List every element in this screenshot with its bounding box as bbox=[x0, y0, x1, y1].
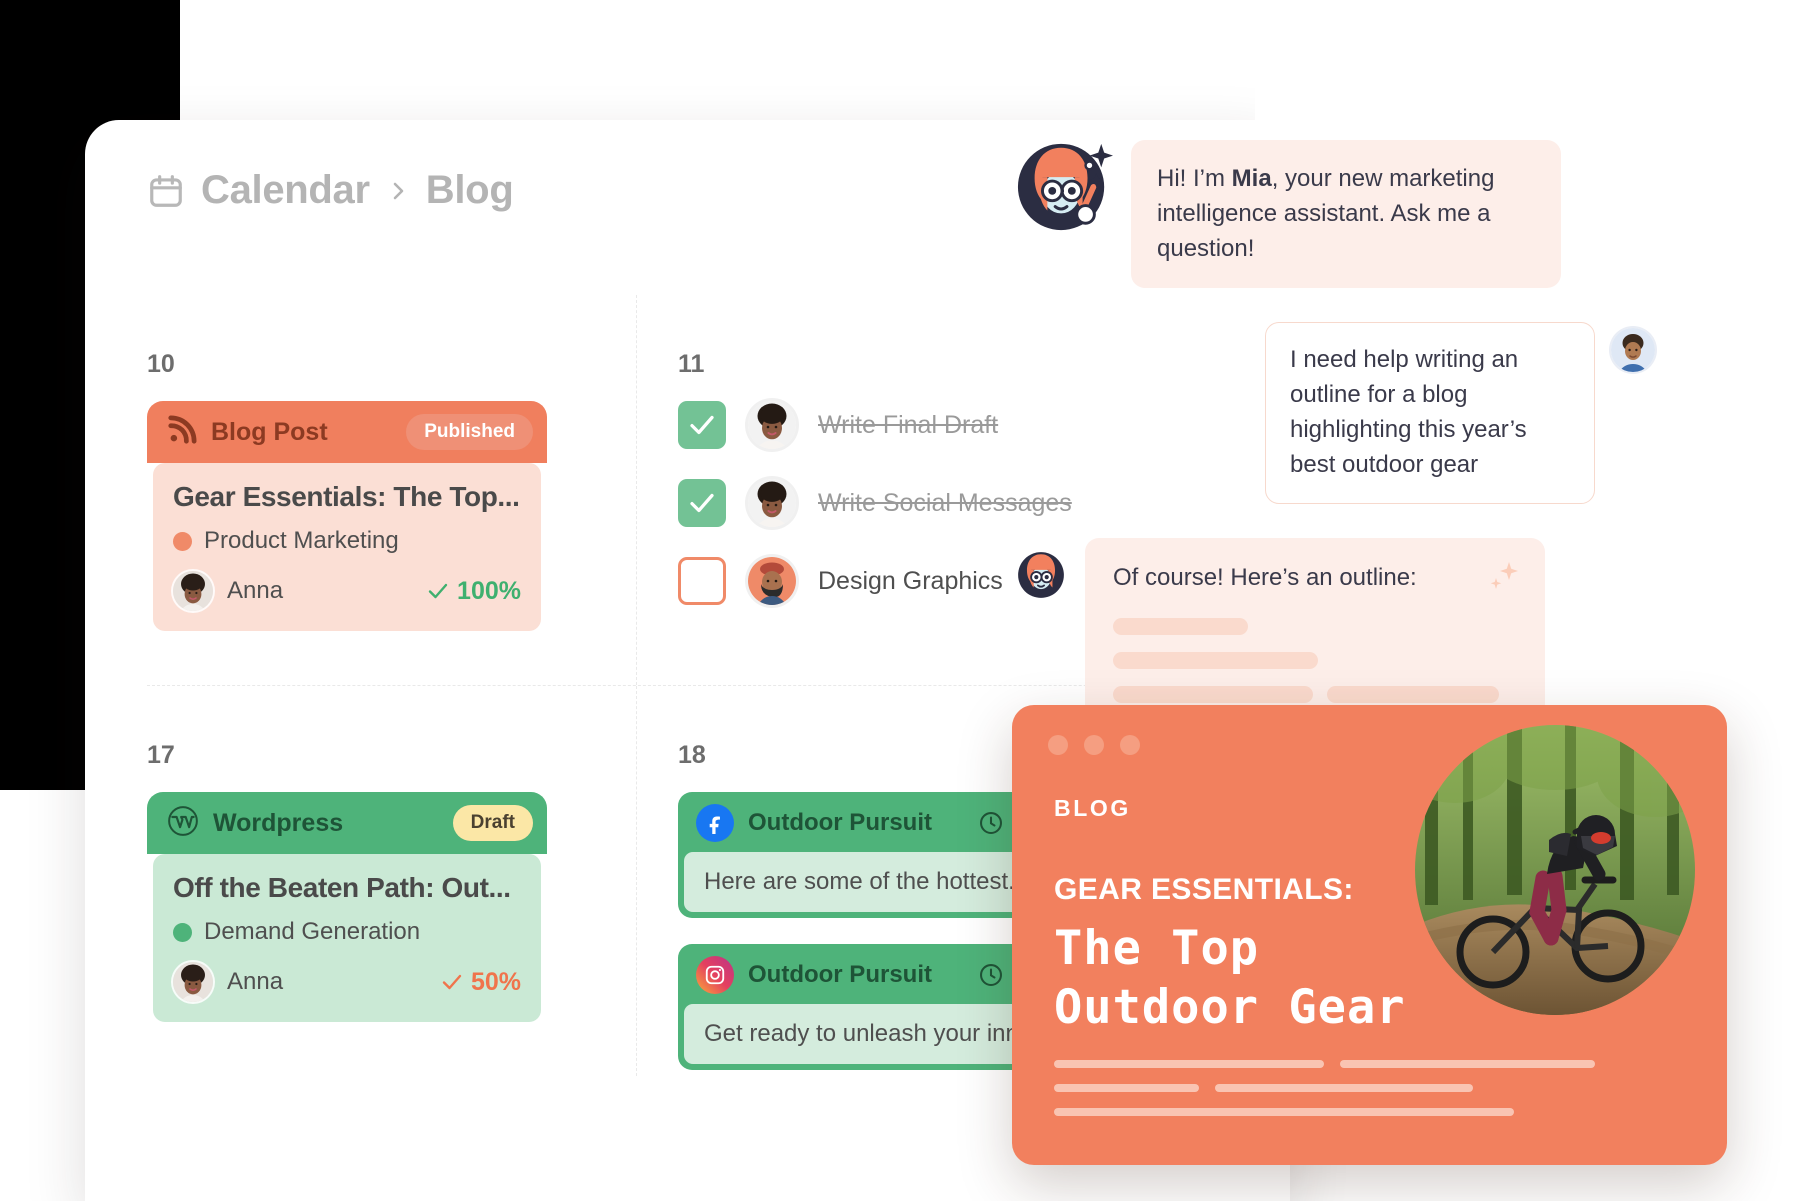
social-account-name: Outdoor Pursuit bbox=[748, 961, 932, 988]
check-icon bbox=[690, 493, 714, 513]
skeleton-bar bbox=[1113, 617, 1248, 635]
window-dot bbox=[1084, 735, 1104, 755]
chat-bubble-user: I need help writing an outline for a blo… bbox=[1265, 322, 1595, 504]
blog-kicker: BLOG bbox=[1054, 795, 1131, 821]
category-dot bbox=[173, 531, 192, 551]
chat-text-prefix: Hi! I’m bbox=[1157, 165, 1232, 192]
calendar-icon bbox=[147, 172, 185, 210]
progress-value: 50% bbox=[440, 968, 521, 997]
chat-thread: Hi! I’m Mia, your new marketing intellig… bbox=[1015, 140, 1655, 788]
window-dots bbox=[1048, 735, 1140, 755]
avatar bbox=[173, 571, 213, 611]
skeleton-bar bbox=[1340, 1060, 1595, 1068]
check-icon bbox=[428, 583, 448, 599]
checkbox-unchecked[interactable] bbox=[678, 557, 726, 605]
skeleton-row bbox=[1054, 1060, 1614, 1068]
skeleton-bar bbox=[1054, 1108, 1514, 1116]
event-owner-row: Anna 50% bbox=[173, 962, 521, 1002]
skeleton-bar bbox=[1215, 1084, 1473, 1092]
skeleton-row bbox=[1054, 1108, 1614, 1116]
owner-name: Anna bbox=[227, 577, 284, 604]
skeleton-row bbox=[1113, 617, 1517, 635]
social-account-name: Outdoor Pursuit bbox=[748, 809, 932, 836]
blog-preview-window[interactable]: BLOG GEAR ESSENTIALS: The Top Outdoor Ge… bbox=[1012, 705, 1727, 1165]
mia-avatar bbox=[1015, 136, 1113, 234]
chat-bubble-bot: Hi! I’m Mia, your new marketing intellig… bbox=[1131, 140, 1561, 289]
event-card-wordpress[interactable]: Wordpress Draft Off the Beaten Path: Out… bbox=[147, 792, 547, 1028]
avatar bbox=[748, 479, 796, 527]
checklist-label: Write Final Draft bbox=[818, 410, 999, 439]
progress-value: 100% bbox=[426, 577, 521, 606]
clock-icon bbox=[979, 812, 1002, 834]
blog-headline: The Top Outdoor Gear bbox=[1054, 920, 1494, 1038]
blog-headline-line2: Outdoor Gear bbox=[1054, 979, 1406, 1035]
sparkle-icon bbox=[1487, 558, 1521, 592]
skeleton-bar bbox=[1113, 651, 1318, 669]
calendar-cell-10[interactable]: 10 Blog Post Published Gear Essentials: … bbox=[147, 295, 636, 685]
status-badge: Published bbox=[406, 414, 533, 450]
facebook-icon bbox=[696, 804, 734, 842]
avatar bbox=[748, 557, 796, 605]
day-number: 17 bbox=[147, 741, 175, 769]
category-dot bbox=[173, 922, 192, 942]
event-card-header: Wordpress Draft bbox=[147, 792, 547, 854]
check-icon bbox=[690, 415, 714, 435]
calendar-cell-17[interactable]: 17 Wordpress Draft Off the Beaten Path: … bbox=[147, 686, 636, 1076]
checklist-label: Design Graphics bbox=[818, 566, 1003, 595]
instagram-icon bbox=[696, 956, 734, 994]
event-source-name: Wordpress bbox=[213, 808, 344, 837]
category-label: Demand Generation bbox=[204, 918, 421, 945]
chat-message-bot-intro: Hi! I’m Mia, your new marketing intellig… bbox=[1015, 140, 1655, 289]
event-owner-row: Anna 100% bbox=[173, 571, 521, 611]
chat-outline-title: Of course! Here’s an outline: bbox=[1113, 563, 1417, 591]
event-source-name: Blog Post bbox=[211, 417, 328, 446]
avatar bbox=[173, 962, 213, 1002]
event-card-header: Blog Post Published bbox=[147, 401, 547, 463]
chat-text-bold: Mia bbox=[1231, 165, 1272, 192]
chat-message-user: I need help writing an outline for a blo… bbox=[1095, 322, 1655, 504]
progress-percent: 50% bbox=[470, 967, 521, 996]
breadcrumb-current[interactable]: Blog bbox=[426, 168, 514, 213]
skeleton-bar bbox=[1054, 1060, 1324, 1068]
checkbox-checked[interactable] bbox=[678, 401, 726, 449]
user-avatar bbox=[1611, 328, 1655, 373]
mia-avatar bbox=[1015, 548, 1067, 600]
skeleton-bar bbox=[1054, 1084, 1199, 1092]
avatar bbox=[748, 401, 796, 449]
blog-body-placeholder bbox=[1054, 1060, 1614, 1132]
window-dot bbox=[1048, 735, 1068, 755]
skeleton-row bbox=[1054, 1084, 1614, 1092]
skeleton-bar bbox=[1327, 685, 1499, 703]
day-number: 10 bbox=[147, 350, 175, 378]
event-category: Product Marketing bbox=[173, 527, 521, 555]
skeleton-row bbox=[1113, 685, 1517, 703]
window-dot bbox=[1120, 735, 1140, 755]
status-badge: Draft bbox=[452, 805, 533, 841]
blog-subtitle: GEAR ESSENTIALS: bbox=[1054, 873, 1354, 906]
chevron-right-icon bbox=[386, 176, 410, 206]
clock-icon bbox=[979, 964, 1002, 986]
checkbox-checked[interactable] bbox=[678, 479, 726, 527]
event-card-blog-post[interactable]: Blog Post Published Gear Essentials: The… bbox=[147, 401, 547, 637]
owner-name: Anna bbox=[227, 968, 284, 995]
skeleton-bar bbox=[1113, 685, 1313, 703]
skeleton-row bbox=[1113, 651, 1517, 669]
breadcrumb-root[interactable]: Calendar bbox=[201, 168, 370, 213]
screenshot-root: Calendar Blog 10 Blog Post Published Gea… bbox=[0, 0, 1800, 1201]
mountain-biker-photo bbox=[1415, 725, 1695, 1015]
check-icon bbox=[442, 974, 462, 990]
event-category: Demand Generation bbox=[173, 918, 521, 946]
event-title: Off the Beaten Path: Out... bbox=[173, 872, 511, 903]
progress-percent: 100% bbox=[457, 576, 521, 605]
category-label: Product Marketing bbox=[204, 527, 399, 554]
event-title: Gear Essentials: The Top... bbox=[173, 481, 520, 512]
event-card-body: Gear Essentials: The Top... Product Mark… bbox=[153, 463, 541, 631]
event-card-body: Off the Beaten Path: Out... Demand Gener… bbox=[153, 854, 541, 1022]
wordpress-icon bbox=[167, 805, 199, 842]
rss-icon bbox=[167, 414, 197, 450]
